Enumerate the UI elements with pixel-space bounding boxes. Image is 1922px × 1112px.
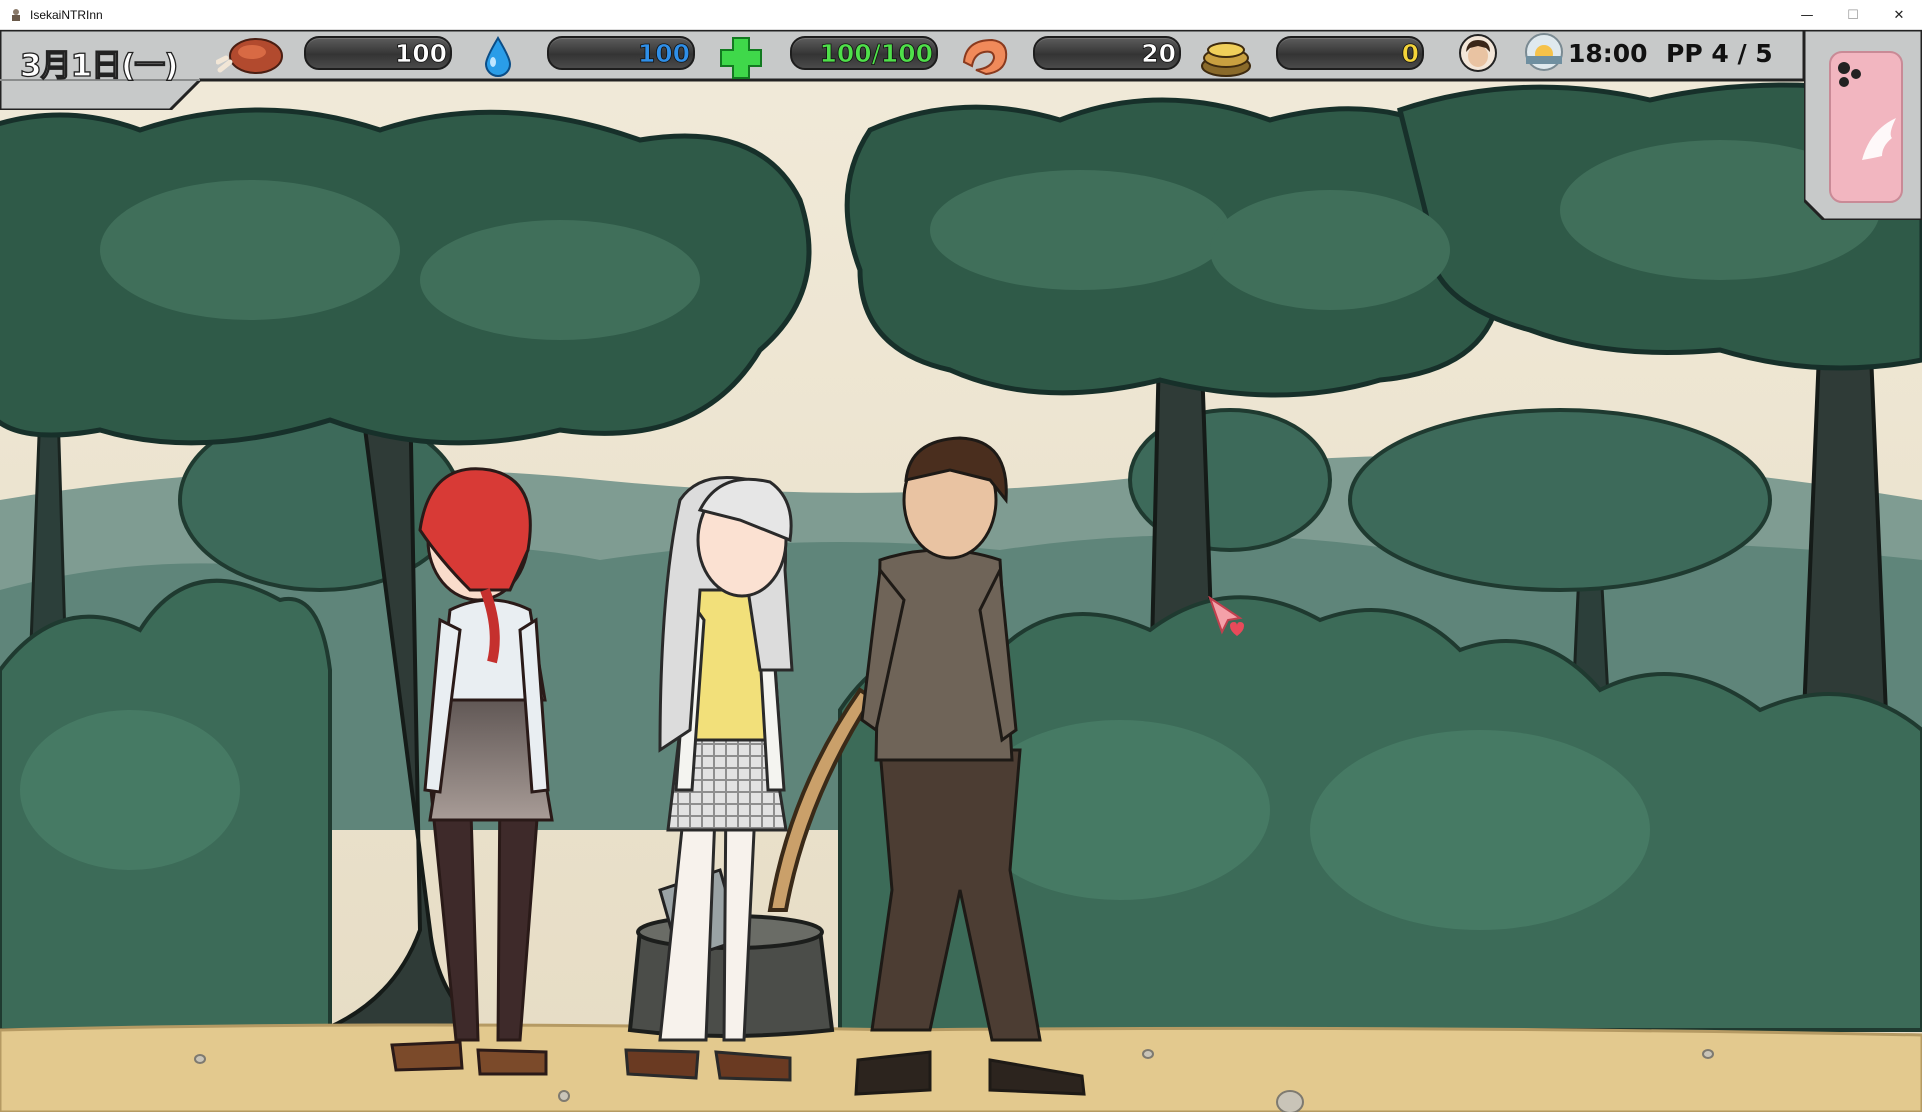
player-avatar[interactable] (1459, 34, 1497, 72)
gold-coins-icon (1201, 42, 1251, 77)
health-cross-icon (720, 37, 762, 79)
window-titlebar: IsekaiNTRInn — ☐ ✕ (0, 0, 1922, 30)
dirt-path (0, 1023, 1922, 1112)
pp-counter: PP 4 / 5 (1666, 39, 1773, 68)
water-value: 100 (637, 39, 690, 69)
shrimp-icon (962, 38, 1008, 76)
food-value: 100 (394, 39, 447, 69)
hud-bar: 3月1日(一) 100 100 100/100 20 0 18:00 PP 4 … (0, 30, 1922, 220)
water-drop-icon (484, 36, 512, 77)
health-value: 100/100 (819, 39, 933, 69)
close-button[interactable]: ✕ (1876, 0, 1922, 30)
shrimp-value: 20 (1141, 39, 1177, 69)
meat-icon (216, 38, 283, 74)
minimize-button[interactable]: — (1784, 0, 1830, 30)
sunset-icon (1525, 33, 1563, 71)
water-bar: 100 (547, 36, 695, 70)
food-bar: 100 (304, 36, 452, 70)
window-title: IsekaiNTRInn (30, 8, 103, 22)
date-label: 3月1日(一) (19, 47, 179, 84)
maximize-button[interactable]: ☐ (1830, 0, 1876, 30)
clock-label: 18:00 (1568, 39, 1648, 68)
gold-bar: 0 (1276, 36, 1424, 70)
health-bar: 100/100 (790, 36, 938, 70)
game-viewport[interactable]: 3月1日(一) 100 100 100/100 20 0 18:00 PP 4 … (0, 30, 1922, 1112)
phone-menu-button[interactable] (1804, 30, 1922, 220)
heart-pointer-cursor (1208, 596, 1244, 636)
forest-scene[interactable] (0, 30, 1922, 1112)
app-icon (12, 9, 20, 21)
gold-value: 0 (1401, 39, 1419, 69)
shrimp-bar: 20 (1033, 36, 1181, 70)
